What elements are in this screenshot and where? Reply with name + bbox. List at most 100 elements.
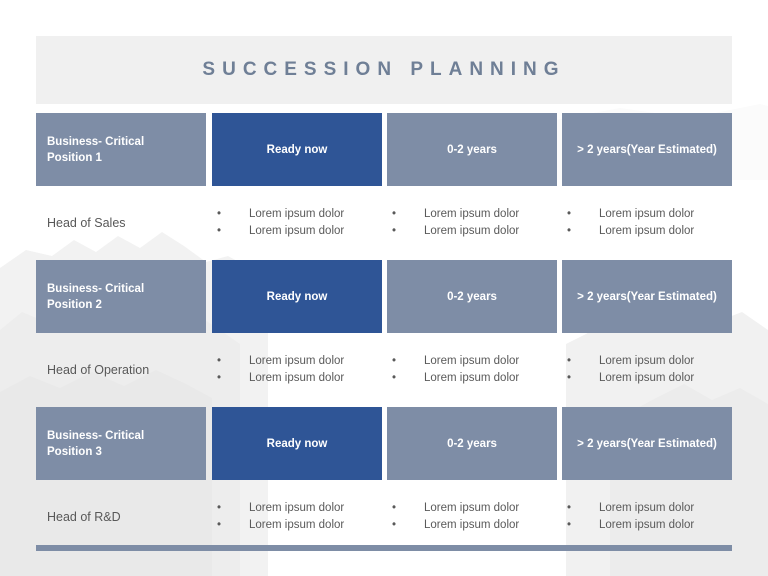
bullet-dot-icon: •	[567, 372, 572, 384]
list-item-text: Lorem ipsum dolor	[424, 355, 520, 367]
position-header-label-1: Business- Critical Position 1	[36, 134, 144, 166]
ready-now-cell-3[interactable]: • Lorem ipsum dolor • Lorem ipsum dolor	[212, 480, 382, 554]
list-item: • Lorem ipsum dolor	[217, 370, 382, 387]
position-header-line2-3: Position 3	[47, 445, 102, 458]
succession-planning-slide: SUCCESSION PLANNING Business- Critical Po…	[0, 0, 768, 576]
list-item: • Lorem ipsum dolor	[217, 353, 382, 370]
position-header-cell-1[interactable]: Business- Critical Position 1	[36, 113, 206, 186]
list-item-text: Lorem ipsum dolor	[249, 502, 345, 514]
role-label-2: Head of Operation	[47, 362, 150, 377]
list-item-text: Lorem ipsum dolor	[249, 225, 345, 237]
long-term-header-cell-3[interactable]: > 2 years(Year Estimated)	[562, 407, 732, 480]
list-item-text: Lorem ipsum dolor	[249, 355, 345, 367]
ready-now-header-cell-2[interactable]: Ready now	[212, 260, 382, 333]
ready-now-bullet-list-1: • Lorem ipsum dolor • Lorem ipsum dolor	[212, 206, 382, 240]
table-header-row-2: Business- Critical Position 2 Ready now 0…	[36, 260, 732, 333]
short-term-cell-2[interactable]: • Lorem ipsum dolor • Lorem ipsum dolor	[387, 333, 557, 407]
position-header-line1-1: Business- Critical	[47, 135, 145, 148]
list-item: • Lorem ipsum dolor	[567, 517, 732, 534]
long-term-cell-2[interactable]: • Lorem ipsum dolor • Lorem ipsum dolor	[562, 333, 732, 407]
list-item: • Lorem ipsum dolor	[392, 500, 557, 517]
list-item-text: Lorem ipsum dolor	[599, 502, 695, 514]
long-term-bullet-list-1: • Lorem ipsum dolor • Lorem ipsum dolor	[562, 206, 732, 240]
list-item: • Lorem ipsum dolor	[567, 353, 732, 370]
list-item: • Lorem ipsum dolor	[392, 206, 557, 223]
bullet-dot-icon: •	[217, 355, 222, 367]
bullet-dot-icon: •	[567, 502, 572, 514]
short-term-bullet-list-1: • Lorem ipsum dolor • Lorem ipsum dolor	[387, 206, 557, 240]
short-term-cell-1[interactable]: • Lorem ipsum dolor • Lorem ipsum dolor	[387, 186, 557, 260]
list-item: • Lorem ipsum dolor	[567, 500, 732, 517]
list-item: • Lorem ipsum dolor	[567, 223, 732, 240]
bullet-dot-icon: •	[217, 502, 222, 514]
ready-now-header-cell-1[interactable]: Ready now	[212, 113, 382, 186]
long-term-header-cell-1[interactable]: > 2 years(Year Estimated)	[562, 113, 732, 186]
long-term-bullet-list-2: • Lorem ipsum dolor • Lorem ipsum dolor	[562, 353, 732, 387]
ready-now-header-label-1: Ready now	[266, 143, 328, 156]
position-header-cell-3[interactable]: Business- Critical Position 3	[36, 407, 206, 480]
role-cell-3[interactable]: Head of R&D	[36, 480, 206, 554]
bullet-dot-icon: •	[567, 208, 572, 220]
role-label-1: Head of Sales	[47, 215, 126, 230]
table-row: Head of R&D • Lorem ipsum dolor • Lorem ip…	[36, 480, 732, 554]
short-term-header-cell-2[interactable]: 0-2 years	[387, 260, 557, 333]
list-item-text: Lorem ipsum dolor	[424, 502, 520, 514]
ready-now-cell-1[interactable]: • Lorem ipsum dolor • Lorem ipsum dolor	[212, 186, 382, 260]
position-header-line2-2: Position 2	[47, 298, 102, 311]
list-item: • Lorem ipsum dolor	[392, 223, 557, 240]
position-header-line2-1: Position 1	[47, 151, 102, 164]
position-header-line1-2: Business- Critical	[47, 282, 145, 295]
long-term-header-label-2: > 2 years(Year Estimated)	[577, 290, 717, 303]
list-item-text: Lorem ipsum dolor	[249, 519, 345, 531]
short-term-header-cell-3[interactable]: 0-2 years	[387, 407, 557, 480]
list-item-text: Lorem ipsum dolor	[599, 225, 695, 237]
table-header-row-3: Business- Critical Position 3 Ready now 0…	[36, 407, 732, 480]
bullet-dot-icon: •	[217, 208, 222, 220]
list-item-text: Lorem ipsum dolor	[424, 225, 520, 237]
position-header-cell-2[interactable]: Business- Critical Position 2	[36, 260, 206, 333]
list-item: • Lorem ipsum dolor	[392, 370, 557, 387]
position-header-label-3: Business- Critical Position 3	[36, 428, 144, 460]
ready-now-bullet-list-2: • Lorem ipsum dolor • Lorem ipsum dolor	[212, 353, 382, 387]
list-item-text: Lorem ipsum dolor	[249, 372, 345, 384]
list-item: • Lorem ipsum dolor	[392, 517, 557, 534]
long-term-header-cell-2[interactable]: > 2 years(Year Estimated)	[562, 260, 732, 333]
table-row: Head of Sales • Lorem ipsum dolor • Lorem …	[36, 186, 732, 260]
long-term-cell-3[interactable]: • Lorem ipsum dolor • Lorem ipsum dolor	[562, 480, 732, 554]
short-term-bullet-list-2: • Lorem ipsum dolor • Lorem ipsum dolor	[387, 353, 557, 387]
bottom-accent-bar	[36, 545, 732, 551]
bullet-dot-icon: •	[217, 519, 222, 531]
ready-now-header-cell-3[interactable]: Ready now	[212, 407, 382, 480]
list-item: • Lorem ipsum dolor	[567, 206, 732, 223]
bullet-dot-icon: •	[217, 372, 222, 384]
list-item-text: Lorem ipsum dolor	[249, 208, 345, 220]
role-cell-1[interactable]: Head of Sales	[36, 186, 206, 260]
role-cell-2[interactable]: Head of Operation	[36, 333, 206, 407]
list-item-text: Lorem ipsum dolor	[599, 519, 695, 531]
succession-table: Business- Critical Position 1 Ready now 0…	[36, 113, 732, 554]
long-term-header-label-3: > 2 years(Year Estimated)	[577, 437, 717, 450]
ready-now-bullet-list-3: • Lorem ipsum dolor • Lorem ipsum dolor	[212, 500, 382, 534]
position-header-line1-3: Business- Critical	[47, 429, 145, 442]
bullet-dot-icon: •	[392, 208, 397, 220]
ready-now-header-label-3: Ready now	[266, 437, 328, 450]
role-label-3: Head of R&D	[47, 509, 121, 524]
list-item-text: Lorem ipsum dolor	[599, 208, 695, 220]
short-term-header-cell-1[interactable]: 0-2 years	[387, 113, 557, 186]
short-term-cell-3[interactable]: • Lorem ipsum dolor • Lorem ipsum dolor	[387, 480, 557, 554]
list-item: • Lorem ipsum dolor	[392, 353, 557, 370]
list-item: • Lorem ipsum dolor	[567, 370, 732, 387]
position-header-label-2: Business- Critical Position 2	[36, 281, 144, 313]
bullet-dot-icon: •	[392, 372, 397, 384]
ready-now-cell-2[interactable]: • Lorem ipsum dolor • Lorem ipsum dolor	[212, 333, 382, 407]
list-item-text: Lorem ipsum dolor	[599, 355, 695, 367]
bullet-dot-icon: •	[392, 502, 397, 514]
bullet-dot-icon: •	[567, 519, 572, 531]
long-term-cell-1[interactable]: • Lorem ipsum dolor • Lorem ipsum dolor	[562, 186, 732, 260]
list-item: • Lorem ipsum dolor	[217, 517, 382, 534]
list-item: • Lorem ipsum dolor	[217, 500, 382, 517]
long-term-bullet-list-3: • Lorem ipsum dolor • Lorem ipsum dolor	[562, 500, 732, 534]
bullet-dot-icon: •	[392, 519, 397, 531]
bullet-dot-icon: •	[567, 355, 572, 367]
bullet-dot-icon: •	[567, 225, 572, 237]
